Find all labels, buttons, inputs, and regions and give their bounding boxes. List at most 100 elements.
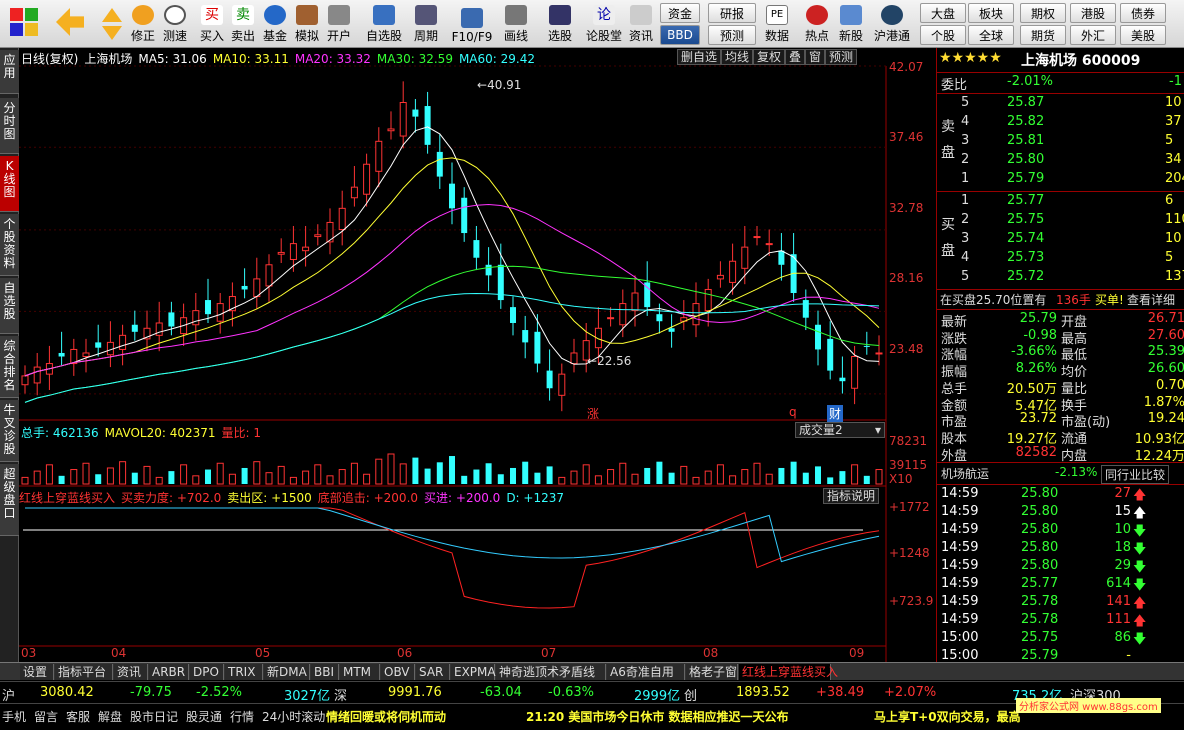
buy-order-row[interactable]: 225.75110 — [937, 212, 1184, 230]
volume-bar — [326, 475, 334, 485]
stat-row: 外盘 82582 内盘 12.24万 — [941, 444, 1184, 464]
us-stocks-button[interactable]: 美股 — [1120, 25, 1166, 45]
cy-value[interactable]: 1893.52 — [736, 685, 790, 700]
status-item[interactable]: 客服 — [66, 708, 90, 725]
status-item[interactable]: 行情 — [230, 708, 254, 725]
forum-icon: 论 — [593, 5, 615, 25]
indicator-tab[interactable]: 神奇逃顶术矛盾线 — [496, 664, 606, 680]
sector-button[interactable]: 板块 — [968, 3, 1014, 23]
hk-stocks-button[interactable]: 港股 — [1070, 3, 1116, 23]
stocks-button[interactable]: 个股 — [920, 25, 966, 45]
sz-value[interactable]: 9991.76 — [388, 685, 442, 700]
kline-chart-area[interactable]: 日线(复权) 上海机场 MA5: 31.06 MA10: 33.11 MA20: 33.… — [19, 48, 936, 662]
toolbar-item-xiuzheng[interactable]: 修正 — [128, 2, 158, 46]
indicator-tab[interactable]: 指标平台 — [55, 664, 113, 680]
marker-zhang[interactable]: 涨 — [587, 405, 599, 422]
order-notice[interactable]: 在买盘25.70位置有 136手 买单! 查看详细 — [937, 291, 1184, 309]
marker-finance[interactable]: 财 — [827, 405, 844, 422]
options-button[interactable]: 期权 — [1020, 3, 1066, 23]
fund-flow-button[interactable]: 资金 — [660, 3, 700, 23]
indicator-tab[interactable]: 资讯 — [114, 664, 148, 680]
volume-selector[interactable]: 成交量2 ▾ — [795, 422, 885, 438]
tab-intraday[interactable]: 分时图 — [0, 98, 19, 154]
f10-icon — [461, 8, 483, 28]
sell-button[interactable]: 卖卖出 — [229, 2, 257, 46]
sell-icon: 卖 — [232, 5, 254, 25]
indicator-tab[interactable]: OBV — [381, 664, 415, 680]
buy-button[interactable]: 买买入 — [198, 2, 226, 46]
status-item[interactable]: 股灵通 — [186, 708, 222, 725]
tab-ranking[interactable]: 综合排名 — [0, 336, 19, 398]
futures-button[interactable]: 期货 — [1020, 25, 1066, 45]
tab-apps[interactable]: 应用 — [0, 50, 19, 94]
simulate-button[interactable]: 模拟 — [292, 2, 322, 46]
tab-super-order-book[interactable]: 超级盘口 — [0, 464, 19, 536]
hk-connect-button[interactable]: 沪港通 — [870, 2, 914, 46]
indicator-tab[interactable]: TRIX — [225, 664, 263, 680]
forex-button[interactable]: 外汇 — [1070, 25, 1116, 45]
indicator-tab[interactable]: 新DMA — [264, 664, 310, 680]
indicator-tab[interactable]: ARBR — [149, 664, 189, 680]
status-item[interactable]: 股市日记 — [130, 708, 178, 725]
research-button[interactable]: 研报 — [708, 3, 756, 23]
indicator-help-button[interactable]: 指标说明 — [823, 488, 880, 504]
data-button[interactable]: PE 数据 — [762, 2, 792, 46]
news-ticker-3[interactable]: 马上享T+0双向交易，最高 — [874, 708, 1021, 725]
global-button[interactable]: 全球 — [968, 25, 1014, 45]
toolbar-item-cesu[interactable]: 测速 — [160, 2, 190, 46]
indicator-tab[interactable]: 设置 — [20, 664, 54, 680]
indicator-tab[interactable]: BBI — [311, 664, 339, 680]
buy-order-row[interactable]: 4 25.73 5 — [937, 250, 1184, 268]
status-item[interactable]: 手机 — [2, 708, 26, 725]
hot-button[interactable]: 热点 — [802, 2, 832, 46]
draw-line-button[interactable]: 画线 — [498, 2, 534, 46]
indicator-tab[interactable]: 格老子窗 — [686, 664, 738, 680]
f10-button[interactable]: F10/F9 — [448, 2, 496, 46]
sh-value[interactable]: 3080.42 — [40, 685, 94, 700]
sector-compare-button[interactable]: 同行业比较 — [1101, 465, 1170, 484]
marker-q[interactable]: q — [789, 405, 797, 419]
buy-order-row[interactable]: 1 25.77 6 — [937, 193, 1184, 211]
fund-button[interactable]: 基金 — [260, 2, 290, 46]
forecast-button[interactable]: 预测 — [708, 25, 756, 45]
buy-order-row[interactable]: 3 25.74 10 — [937, 231, 1184, 249]
sell-order-row[interactable]: 5 25.87 10 — [937, 95, 1184, 113]
logo-icon[interactable] — [4, 2, 44, 46]
indicator-tab[interactable]: MTM — [340, 664, 380, 680]
status-item[interactable]: 24小时滚动 — [262, 708, 325, 725]
stock-picker-button[interactable]: 选股 — [540, 2, 580, 46]
tab-watchlist[interactable]: 自选股 — [0, 278, 19, 334]
tab-stock-info[interactable]: 个股资料 — [0, 214, 19, 276]
indicator-tab[interactable]: SAR — [416, 664, 450, 680]
sell-order-row[interactable]: 125.79204 — [937, 171, 1184, 189]
ipo-button[interactable]: 新股 — [836, 2, 866, 46]
open-account-button[interactable]: 开户 — [324, 2, 354, 46]
news-ticker-2[interactable]: 21:20 美国市场今日休市 数据相应推迟一天公布 — [526, 708, 789, 725]
back-button[interactable] — [52, 2, 88, 46]
news-ticker-1[interactable]: 情绪回暖或将伺机而动 — [326, 708, 446, 725]
status-item[interactable]: 留言 — [34, 708, 58, 725]
indicator-tab[interactable]: 红线上穿蓝线买入 — [739, 664, 838, 680]
news-button[interactable]: 资讯 — [626, 2, 656, 46]
market-button[interactable]: 大盘 — [920, 3, 966, 23]
candle-body — [558, 373, 566, 396]
bbd-button[interactable]: BBD — [660, 25, 700, 45]
indicator-tab[interactable]: DPO — [190, 664, 224, 680]
sector-row[interactable]: 机场航运 -2.13% 同行业比较 — [937, 465, 1184, 484]
tab-kline[interactable]: K线图 — [0, 156, 19, 212]
status-item[interactable]: 解盘 — [98, 708, 122, 725]
watchlist-button[interactable]: 自选股 — [362, 2, 406, 46]
candle-body — [216, 303, 224, 322]
indicator-tab[interactable]: EXPMA — [451, 664, 496, 680]
sell-order-row[interactable]: 3 25.81 5 — [937, 133, 1184, 151]
volume-bar — [449, 456, 455, 484]
toolbar-nav[interactable] — [98, 2, 126, 46]
tab-diagnosis[interactable]: 牛叉诊股 — [0, 400, 19, 462]
forum-button[interactable]: 论论股堂 — [584, 2, 624, 46]
indicator-tab[interactable]: A6奇准自用 — [607, 664, 685, 680]
bonds-button[interactable]: 债券 — [1120, 3, 1166, 23]
buy-order-row[interactable]: 525.72137 — [937, 269, 1184, 287]
sell-order-row[interactable]: 4 25.82 37 — [937, 114, 1184, 132]
sell-order-row[interactable]: 2 25.80 34 — [937, 152, 1184, 170]
period-button[interactable]: 周期 — [408, 2, 444, 46]
